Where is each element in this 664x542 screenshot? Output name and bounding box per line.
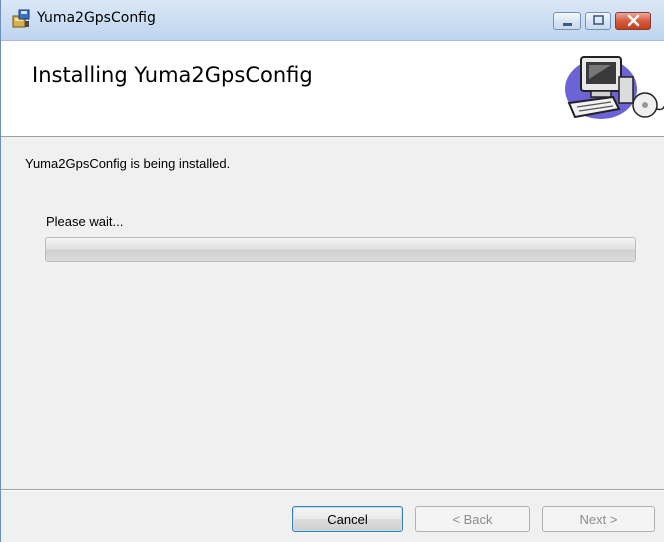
header-banner: Installing Yuma2GpsConfig xyxy=(1,41,664,137)
cancel-button[interactable]: Cancel xyxy=(292,506,403,532)
back-button[interactable]: < Back xyxy=(415,506,530,532)
computer-setup-icon xyxy=(561,47,664,127)
minimize-icon xyxy=(563,23,572,26)
close-icon xyxy=(627,14,640,27)
maximize-button[interactable] xyxy=(585,12,611,30)
installer-window: Yuma2GpsConfig Installing Yuma2GpsConfig xyxy=(0,0,664,542)
install-progress-bar xyxy=(45,237,636,262)
minimize-button[interactable] xyxy=(553,12,581,30)
window-title: Yuma2GpsConfig xyxy=(37,10,156,26)
installer-icon xyxy=(11,9,31,29)
install-status-text: Yuma2GpsConfig is being installed. xyxy=(25,156,231,171)
title-bar[interactable]: Yuma2GpsConfig xyxy=(1,0,664,41)
page-title: Installing Yuma2GpsConfig xyxy=(32,63,313,87)
please-wait-label: Please wait... xyxy=(46,214,124,229)
maximize-icon xyxy=(593,15,604,25)
next-button[interactable]: Next > xyxy=(542,506,655,532)
close-button[interactable] xyxy=(615,12,651,30)
footer-separator xyxy=(1,489,664,491)
